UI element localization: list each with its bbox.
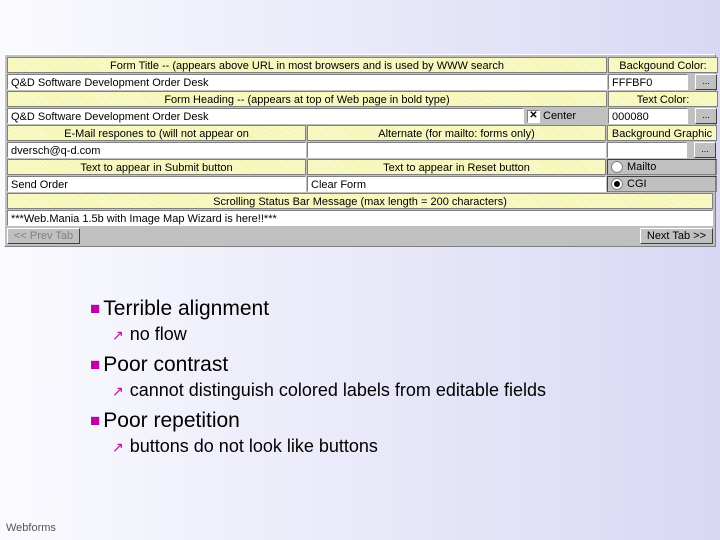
bullet-contrast-text: Poor contrast [103, 352, 228, 377]
bullet-alignment-text: Terrible alignment [103, 296, 269, 321]
bullet-contrast: ■ Poor contrast [90, 352, 546, 378]
bullet-repetition-sub: ↗ buttons do not look like buttons [112, 436, 546, 458]
cgi-radio[interactable]: CGI [607, 176, 717, 192]
text-color-field[interactable]: 000080 [608, 108, 688, 124]
center-checkbox-cell[interactable]: ✕ Center [525, 108, 607, 124]
arrow-bullet-icon: ↗ [112, 324, 124, 346]
bullet-repetition-text: Poor repetition [103, 408, 240, 433]
form-title-field[interactable]: Q&D Software Development Order Desk [7, 74, 607, 90]
prev-tab-button[interactable]: << Prev Tab [7, 228, 80, 244]
bullet-contrast-sub-text: cannot distinguish colored labels from e… [130, 380, 546, 402]
bullet-repetition: ■ Poor repetition [90, 408, 546, 434]
email-field[interactable]: dversch@q-d.com [7, 142, 306, 158]
center-checkbox-label: Center [543, 110, 576, 122]
bg-graphic-field[interactable] [607, 142, 687, 158]
cgi-radio-icon [611, 178, 623, 190]
submit-text-label: Text to appear in Submit button [7, 159, 306, 175]
arrow-bullet-icon: ↗ [112, 380, 124, 402]
mailto-radio-icon [611, 161, 623, 173]
critique-bullets: ■ Terrible alignment ↗ no flow ■ Poor co… [90, 296, 546, 464]
reset-text-field[interactable]: Clear Form [307, 176, 606, 192]
bullet-alignment-sub: ↗ no flow [112, 324, 546, 346]
square-bullet-icon: ■ [90, 296, 100, 322]
bg-color-picker-button[interactable]: ... [695, 74, 717, 90]
bg-color-field[interactable]: FFFBF0 [608, 74, 688, 90]
arrow-bullet-icon: ↗ [112, 436, 124, 458]
email-label: E-Mail respones to (will not appear on [7, 125, 306, 141]
center-checkbox-icon: ✕ [527, 110, 540, 123]
square-bullet-icon: ■ [90, 408, 100, 434]
mailto-radio[interactable]: Mailto [607, 159, 717, 175]
form-title-label: Form Title -- (appears above URL in most… [7, 57, 607, 73]
bullet-repetition-sub-text: buttons do not look like buttons [130, 436, 378, 458]
reset-text-label: Text to appear in Reset button [307, 159, 606, 175]
bg-graphic-label: Background Graphic [607, 125, 717, 141]
square-bullet-icon: ■ [90, 352, 100, 378]
bg-graphic-picker-button[interactable]: ... [694, 142, 716, 158]
alternate-field[interactable] [307, 142, 606, 158]
submit-text-field[interactable]: Send Order [7, 176, 306, 192]
text-color-picker-button[interactable]: ... [695, 108, 717, 124]
next-tab-button[interactable]: Next Tab >> [640, 228, 713, 244]
bullet-contrast-sub: ↗ cannot distinguish colored labels from… [112, 380, 546, 402]
text-color-label: Text Color: [608, 91, 718, 107]
bullet-alignment: ■ Terrible alignment [90, 296, 546, 322]
status-msg-field[interactable]: ***Web.Mania 1.5b with Image Map Wizard … [7, 210, 713, 226]
alternate-label: Alternate (for mailto: forms only) [307, 125, 606, 141]
cgi-radio-label: CGI [627, 178, 647, 190]
mailto-radio-label: Mailto [627, 161, 656, 173]
form-heading-label: Form Heading -- (appears at top of Web p… [7, 91, 607, 107]
bullet-alignment-sub-text: no flow [130, 324, 187, 346]
status-msg-label: Scrolling Status Bar Message (max length… [7, 193, 713, 209]
form-panel: Form Title -- (appears above URL in most… [4, 54, 716, 247]
footer-label: Webforms [6, 522, 56, 534]
bg-color-label: Backgound Color: [608, 57, 718, 73]
form-heading-field[interactable]: Q&D Software Development Order Desk [7, 108, 524, 124]
